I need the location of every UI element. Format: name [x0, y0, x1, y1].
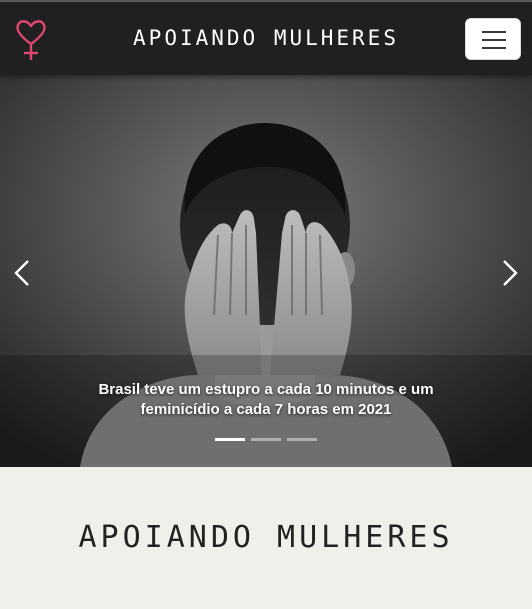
section-title: APOIANDO MULHERES	[78, 520, 454, 555]
hero-carousel: Brasil teve um estupro a cada 10 minutos…	[0, 75, 532, 467]
carousel-indicator-3[interactable]	[287, 438, 317, 441]
carousel-indicator-1[interactable]	[215, 438, 245, 441]
carousel-indicators	[215, 438, 317, 442]
carousel-next-button[interactable]	[488, 253, 528, 293]
navbar-toggler-button[interactable]	[465, 18, 521, 60]
carousel-caption: Brasil teve um estupro a cada 10 minutos…	[98, 381, 434, 418]
chevron-right-icon	[503, 260, 518, 286]
chevron-left-icon	[14, 260, 29, 286]
carousel-prev-button[interactable]	[4, 253, 44, 293]
hamburger-menu-icon	[482, 31, 506, 33]
navbar: APOIANDO MULHERES	[0, 0, 532, 75]
navbar-brand[interactable]: APOIANDO MULHERES	[0, 26, 532, 50]
carousel-indicator-2[interactable]	[251, 438, 281, 441]
